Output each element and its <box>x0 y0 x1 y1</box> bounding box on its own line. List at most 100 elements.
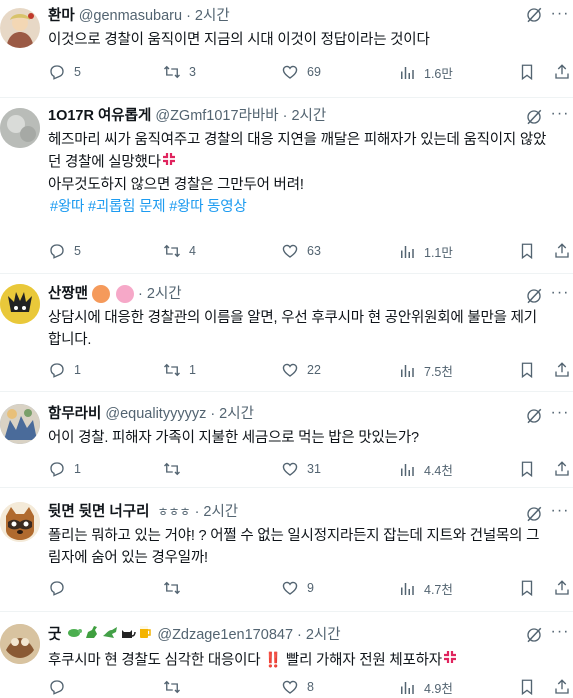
more-options-icon[interactable]: ··· <box>549 283 571 305</box>
tweet-5[interactable]: 뒷면 뒷면 너구리 ㅎㅎㅎ · 2시간 폴리는 뭐하고 있는 거야! ? 어쩔 … <box>0 488 573 612</box>
avatar[interactable] <box>0 8 40 48</box>
timestamp[interactable]: 2시간 <box>291 106 326 126</box>
author-name[interactable]: 뒷면 뒷면 너구리 <box>48 502 149 522</box>
grok-icon[interactable] <box>525 505 543 523</box>
author-handle[interactable]: @equalityyyyyz <box>105 404 206 424</box>
views-button[interactable]: 4.9천 <box>398 678 453 697</box>
separator-dot: · <box>186 8 191 24</box>
like-button[interactable]: 8 <box>281 678 314 696</box>
retweet-button[interactable]: 4 <box>163 242 196 260</box>
avatar[interactable] <box>0 502 40 542</box>
share-button[interactable] <box>553 242 573 260</box>
reply-button[interactable] <box>48 579 74 597</box>
hashtags[interactable]: #왕따 #괴롭힘 문제 #왕따 동영상 <box>50 196 561 218</box>
bookmark-button[interactable] <box>518 678 544 696</box>
share-icon <box>553 361 571 379</box>
tweet-1[interactable]: 환마 @genmasubaru · 2시간 이것으로 경찰이 움직이면 지금의 … <box>0 0 573 98</box>
like-button[interactable]: 31 <box>281 460 321 478</box>
share-icon <box>553 242 571 260</box>
views-icon <box>398 64 416 82</box>
retweet-button[interactable] <box>163 579 189 597</box>
author-name[interactable]: 산짱맨 <box>48 284 88 304</box>
author-handle[interactable]: @genmasubaru <box>79 6 182 26</box>
more-options-icon[interactable]: ··· <box>549 622 571 644</box>
share-button[interactable] <box>553 579 573 597</box>
peach-emoji-icon <box>92 285 111 303</box>
reply-icon <box>48 63 66 81</box>
grok-icon[interactable] <box>525 626 543 644</box>
share-button[interactable] <box>553 361 573 379</box>
views-button[interactable]: 1.6만 <box>398 63 453 82</box>
reply-count: 1 <box>74 462 81 476</box>
reply-button[interactable]: 1 <box>48 460 81 478</box>
retweet-button[interactable] <box>163 460 189 478</box>
avatar[interactable] <box>0 108 40 148</box>
retweet-button[interactable]: 3 <box>163 63 196 81</box>
avatar[interactable] <box>0 284 40 324</box>
author-name[interactable]: 굿 <box>48 625 61 645</box>
tweet-2[interactable]: 1O17R 여유롭게 @ZGmf1017라바바 · 2시간 헤즈마리 씨가 움직… <box>0 98 573 274</box>
timestamp[interactable]: 2시간 <box>219 404 254 424</box>
reply-button[interactable]: 1 <box>48 361 81 379</box>
bookmark-button[interactable] <box>518 361 544 379</box>
share-icon <box>553 678 571 696</box>
like-button[interactable]: 9 <box>281 579 314 597</box>
more-options-icon[interactable]: ··· <box>549 403 571 425</box>
views-button[interactable]: 4.4천 <box>398 460 453 479</box>
bookmark-button[interactable] <box>518 579 544 597</box>
bookmark-button[interactable] <box>518 63 544 81</box>
grok-icon[interactable] <box>525 407 543 425</box>
bookmark-icon <box>518 63 536 81</box>
avatar[interactable] <box>0 624 40 664</box>
retweet-count: 1 <box>189 363 196 377</box>
bookmark-button[interactable] <box>518 460 544 478</box>
like-count: 69 <box>307 65 321 79</box>
view-count: 7.5천 <box>424 365 453 379</box>
author-name[interactable]: 함무라비 <box>48 404 101 424</box>
reply-count: 1 <box>74 363 81 377</box>
timestamp[interactable]: 2시간 <box>195 6 230 26</box>
reply-icon <box>48 678 66 696</box>
more-options-icon[interactable]: ··· <box>549 4 571 26</box>
retweet-button[interactable] <box>163 678 189 696</box>
author-handle[interactable]: @ZGmf1017라바바 <box>155 106 278 126</box>
views-button[interactable]: 1.1만 <box>398 242 453 261</box>
like-button[interactable]: 22 <box>281 361 321 379</box>
views-button[interactable]: 7.5천 <box>398 361 453 380</box>
separator-dot: · <box>210 406 216 422</box>
grok-icon[interactable] <box>525 287 543 305</box>
timestamp[interactable]: 2시간 <box>147 284 182 304</box>
retweet-button[interactable]: 1 <box>163 361 196 379</box>
share-button[interactable] <box>553 460 573 478</box>
author-name[interactable]: 환마 <box>48 6 75 26</box>
avatar[interactable] <box>0 404 40 444</box>
like-button[interactable]: 63 <box>281 242 321 260</box>
share-button[interactable] <box>553 678 573 696</box>
heart-icon <box>281 678 299 696</box>
retweet-icon <box>163 678 181 696</box>
author-name[interactable]: 1O17R 여유롭게 <box>48 106 151 126</box>
grok-icon[interactable] <box>525 108 543 126</box>
more-options-icon[interactable]: ··· <box>549 104 571 126</box>
grok-icon[interactable] <box>525 6 543 24</box>
like-count: 31 <box>307 462 321 476</box>
reply-button[interactable]: 5 <box>48 242 81 260</box>
timestamp[interactable]: 2시간 <box>203 502 238 522</box>
tweet-6[interactable]: 굿 @Zdzage1en170847 · 2시간 후쿠시마 현 경찰도 심각한 … <box>0 612 573 696</box>
reply-button[interactable]: 5 <box>48 63 81 81</box>
turtle-emoji-icon <box>65 624 83 646</box>
like-button[interactable]: 69 <box>281 63 321 81</box>
bookmark-button[interactable] <box>518 242 544 260</box>
separator-dot: · <box>297 627 302 643</box>
tweet-text: 상담시에 대응한 경찰관의 이름을 알면, 우선 후쿠시마 현 공안위원회에 불… <box>48 307 561 351</box>
view-count: 4.7천 <box>424 583 453 597</box>
heart-icon <box>281 63 299 81</box>
share-button[interactable] <box>553 63 573 81</box>
reply-button[interactable] <box>48 678 74 696</box>
tweet-3[interactable]: 산짱맨 · 2시간 상담시에 대응한 경찰관의 이름을 알면, 우선 후쿠시마 … <box>0 274 573 392</box>
tweet-4[interactable]: 함무라비 @equalityyyyyz · 2시간 어이 경찰. 피해자 가족이… <box>0 392 573 488</box>
more-options-icon[interactable]: ··· <box>549 501 571 523</box>
author-handle[interactable]: @Zdzage1en170847 <box>157 625 293 645</box>
views-button[interactable]: 4.7천 <box>398 579 453 598</box>
timestamp[interactable]: 2시간 <box>306 625 341 645</box>
